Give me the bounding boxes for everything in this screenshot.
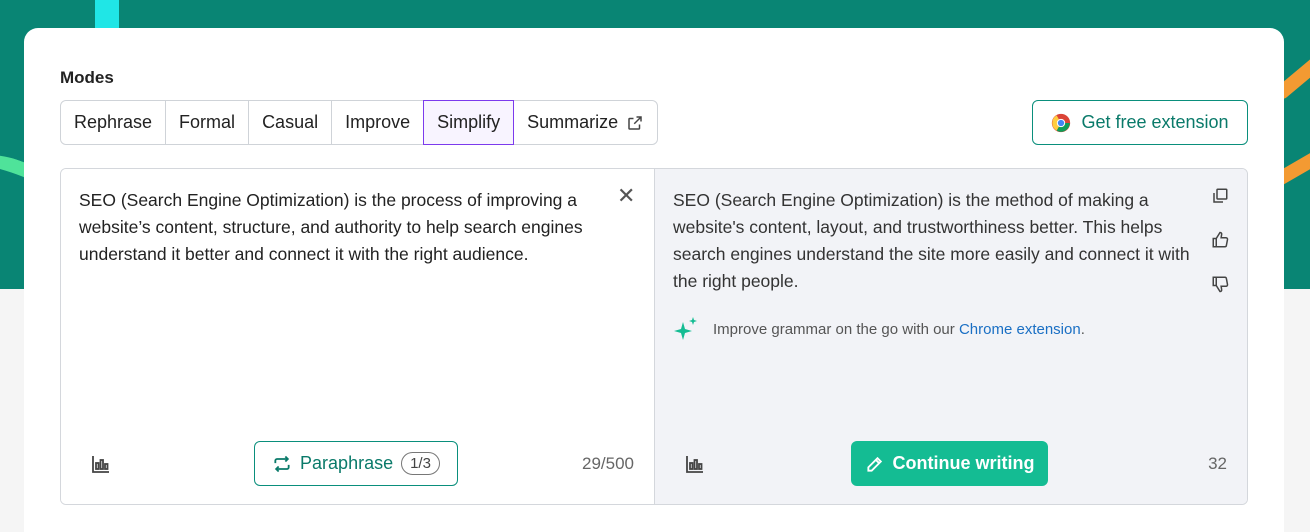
external-link-icon [628, 115, 642, 130]
editor-area: SEO (Search Engine Optimization) is the … [60, 168, 1248, 505]
mode-formal[interactable]: Formal [166, 101, 250, 144]
continue-writing-button[interactable]: Continue writing [851, 441, 1048, 486]
clear-input-button[interactable]: ✕ [617, 185, 635, 207]
get-extension-label: Get free extension [1081, 112, 1229, 132]
output-actions [1211, 187, 1229, 293]
stats-icon[interactable] [91, 454, 111, 474]
copy-icon[interactable] [1211, 187, 1229, 205]
repeat-icon [274, 455, 290, 472]
decorative-shape [95, 0, 119, 30]
mode-simplify[interactable]: Simplify [423, 100, 515, 145]
input-pane: SEO (Search Engine Optimization) is the … [61, 169, 655, 504]
output-pane: SEO (Search Engine Optimization) is the … [655, 169, 1247, 504]
thumbs-down-icon[interactable] [1211, 275, 1229, 293]
thumbs-up-icon[interactable] [1211, 231, 1229, 249]
input-text[interactable]: SEO (Search Engine Optimization) is the … [79, 187, 609, 268]
extension-tip: Improve grammar on the go with our Chrom… [673, 316, 1085, 342]
pencil-icon [866, 456, 882, 472]
mode-summarize[interactable]: Summarize [514, 101, 658, 144]
mode-casual[interactable]: Casual [249, 101, 333, 144]
paraphrase-label: Paraphrase [300, 453, 394, 473]
input-word-count: 29/500 [582, 454, 634, 473]
paraphraser-card: Modes Rephrase Formal Casual Improve Sim… [24, 28, 1284, 532]
mode-improve[interactable]: Improve [332, 101, 425, 144]
get-extension-button[interactable]: Get free extension [1032, 100, 1248, 145]
stats-icon[interactable] [685, 454, 705, 474]
modes-selector: Rephrase Formal Casual Improve Simplify … [60, 100, 659, 145]
modes-label: Modes [60, 68, 114, 87]
output-word-count: 32 [1208, 454, 1227, 473]
paraphrase-button[interactable]: Paraphrase 1/3 [254, 441, 458, 486]
continue-writing-label: Continue writing [892, 453, 1035, 473]
mode-rephrase[interactable]: Rephrase [61, 101, 167, 144]
tip-text: Improve grammar on the go with our [713, 320, 959, 338]
output-text: SEO (Search Engine Optimization) is the … [673, 190, 1190, 291]
sparkle-icon [674, 317, 697, 340]
paraphrase-count-badge: 1/3 [401, 452, 440, 475]
chrome-extension-link[interactable]: Chrome extension [959, 321, 1081, 338]
chrome-logo-icon [1052, 113, 1071, 132]
